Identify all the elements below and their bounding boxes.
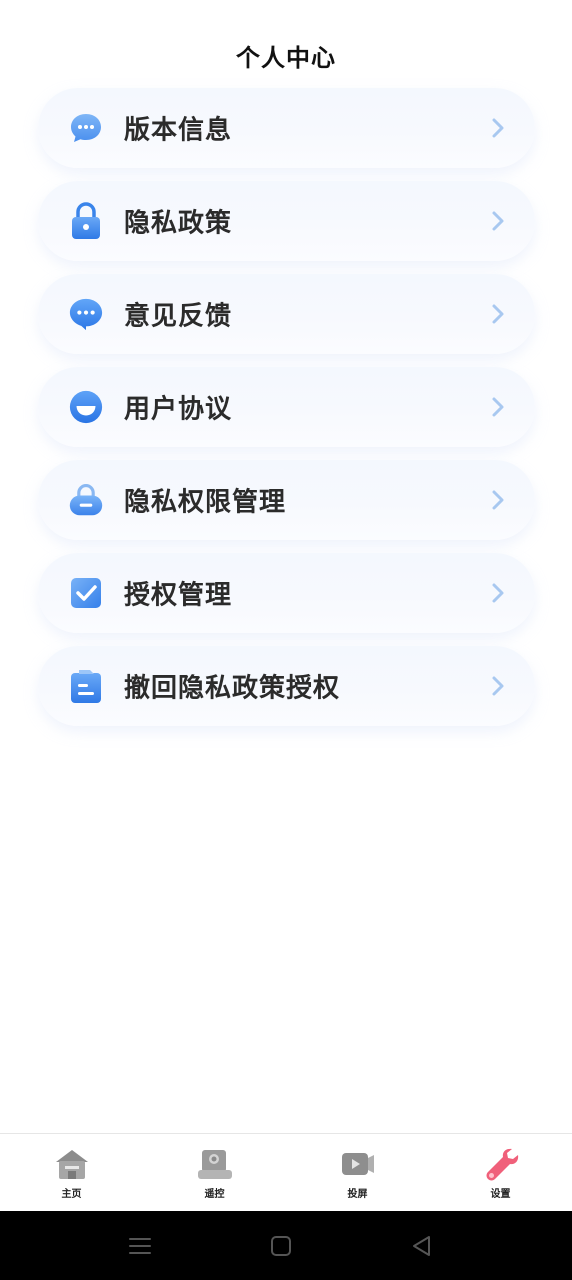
chevron-right-icon [492,676,504,696]
lock-icon [68,201,104,241]
menu-item-version-info[interactable]: 版本信息 [38,88,535,168]
chevron-right-icon [492,583,504,603]
back-triangle-icon[interactable] [408,1232,436,1260]
tab-label: 遥控 [204,1189,225,1200]
agreement-icon [68,387,104,427]
tab-home[interactable]: 主页 [0,1134,143,1212]
menu-item-privacy-permissions[interactable]: 隐私权限管理 [38,460,535,540]
menu-item-label: 意见反馈 [124,301,233,332]
menu-item-revoke-authorization[interactable]: 撤回隐私政策授权 [38,646,535,726]
permission-lock-icon [68,480,104,520]
tab-label: 投屏 [347,1189,368,1200]
tab-remote[interactable]: 遥控 [143,1134,286,1212]
menu-item-user-agreement[interactable]: 用户协议 [38,367,535,447]
screen: 个人中心 版本信息 隐私政策 意见反馈 用户协议 隐私权限管理 授权管理 撤回隐… [0,0,572,1280]
system-navigation-bar [0,1211,572,1280]
tab-settings[interactable]: 设置 [429,1134,572,1212]
bottom-tab-bar: 主页 遥控 投屏 设置 [0,1133,572,1211]
menu-item-label: 隐私政策 [124,208,233,239]
video-cast-icon [341,1153,374,1175]
revoke-document-icon [68,666,104,706]
menu-item-label: 隐私权限管理 [124,487,287,518]
tab-label: 设置 [490,1189,511,1200]
chevron-right-icon [492,211,504,231]
chat-bubble-icon [68,108,104,148]
checkbox-icon [68,573,104,613]
wrench-icon [486,1148,518,1181]
menu-item-label: 撤回隐私政策授权 [124,673,341,704]
chevron-right-icon [492,397,504,417]
menu-icon[interactable] [126,1232,154,1260]
page-title: 个人中心 [236,44,336,72]
chevron-right-icon [492,118,504,138]
message-icon [68,294,104,334]
home-icon [55,1150,88,1179]
home-square-icon[interactable] [267,1232,295,1260]
settings-menu: 版本信息 隐私政策 意见反馈 用户协议 隐私权限管理 授权管理 撤回隐私政策授权 [38,88,535,739]
menu-item-feedback[interactable]: 意见反馈 [38,274,535,354]
menu-item-privacy-policy[interactable]: 隐私政策 [38,181,535,261]
menu-item-label: 版本信息 [124,115,233,146]
menu-item-label: 授权管理 [124,580,233,611]
chevron-right-icon [492,304,504,324]
tab-cast[interactable]: 投屏 [286,1134,429,1212]
menu-item-authorization[interactable]: 授权管理 [38,553,535,633]
tab-label: 主页 [61,1189,82,1200]
chevron-right-icon [492,490,504,510]
menu-item-label: 用户协议 [124,394,233,425]
remote-icon [197,1150,232,1179]
